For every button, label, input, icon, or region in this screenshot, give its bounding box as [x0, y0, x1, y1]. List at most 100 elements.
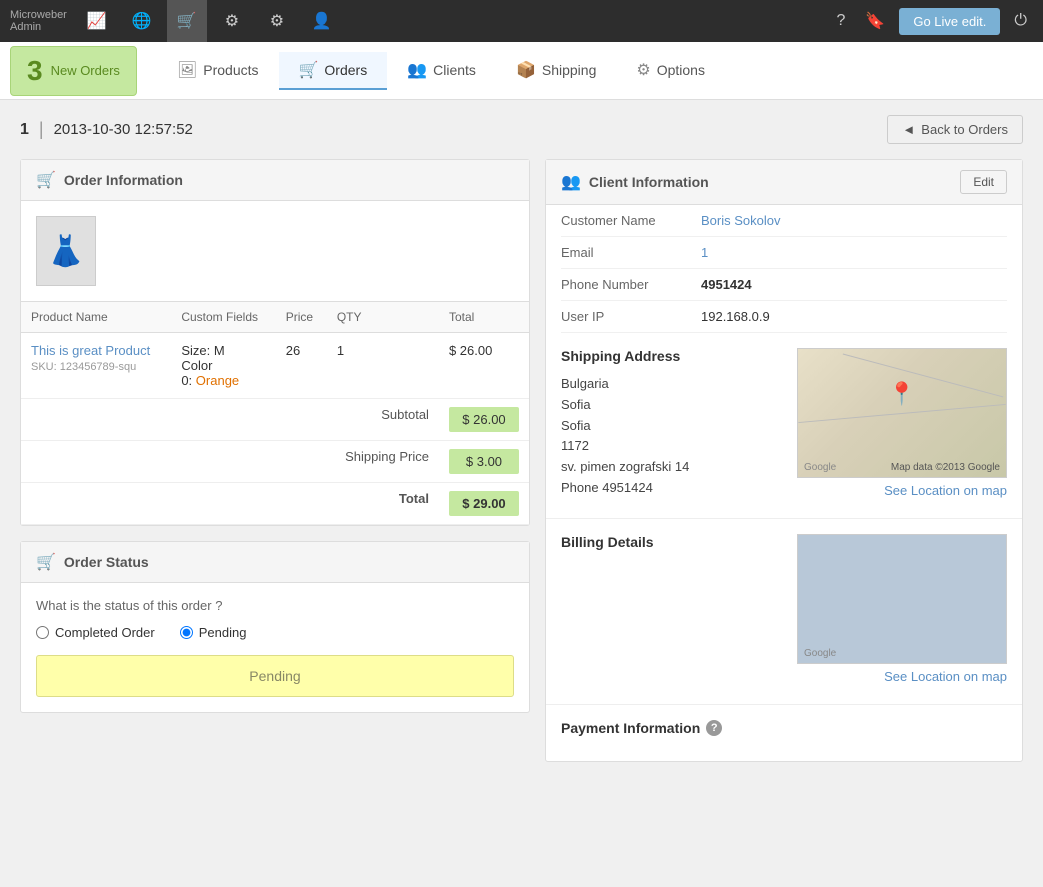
pending-status-button[interactable]: Pending: [36, 655, 514, 697]
tab-orders[interactable]: 🛒 Orders: [279, 52, 388, 90]
workflow-nav-icon[interactable]: ⚙: [212, 0, 252, 42]
new-orders-count: 3: [27, 55, 43, 87]
sub-navigation: 3 New Orders 🖼 Products 🛒 Orders 👥 Clien…: [0, 42, 1043, 100]
custom-fields-cell: Size: M Color 0: Orange: [171, 333, 275, 399]
shipping-title: Shipping Address: [561, 348, 782, 364]
top-nav-right: ? 🔖 Go Live edit. ⏻: [831, 8, 1033, 35]
order-status-body: What is the status of this order ? Compl…: [21, 583, 529, 712]
billing-section: Billing Details Google See Location on m…: [546, 518, 1022, 704]
subtotal-empty: [21, 399, 327, 441]
order-id-date: 1 | 2013-10-30 12:57:52: [20, 119, 193, 140]
pending-option[interactable]: Pending: [180, 625, 247, 640]
shipping-section: Shipping Address Bulgaria Sofia Sofia 11…: [546, 333, 1022, 518]
product-name-cell: This is great Product SKU: 123456789-squ: [21, 333, 171, 399]
total-value: $ 29.00: [449, 491, 519, 516]
new-orders-label: New Orders: [51, 63, 120, 78]
completed-radio[interactable]: [36, 626, 49, 639]
page-content: 1 | 2013-10-30 12:57:52 ◄ Back to Orders…: [0, 100, 1043, 792]
back-to-orders-button[interactable]: ◄ Back to Orders: [887, 115, 1023, 144]
col-price: Price: [276, 302, 327, 333]
clients-tab-label: Clients: [433, 62, 476, 78]
clients-tab-icon: 👥: [407, 60, 427, 80]
help-icon[interactable]: ?: [831, 12, 852, 30]
app-subtitle: Admin: [10, 21, 67, 33]
bookmark-icon[interactable]: 🔖: [859, 11, 891, 31]
email-row: Email 1: [561, 237, 1007, 269]
customer-name-link[interactable]: Boris Sokolov: [701, 213, 780, 228]
map-data-label: Map data ©2013 Google: [891, 462, 1000, 473]
options-tab-icon: ⚙: [636, 60, 650, 80]
shipping-phone: 4951424: [602, 480, 653, 495]
phone-value: 4951424: [701, 277, 1007, 292]
main-layout: 🛒 Order Information 👗 Product Name: [20, 159, 1023, 777]
client-info-title-text: Client Information: [589, 174, 709, 190]
billing-map: Google: [797, 534, 1007, 664]
col-qty: QTY: [327, 302, 439, 333]
phone-label: Phone Number: [561, 277, 701, 292]
top-navigation: Microweber Admin 📈 🌐 🛒 ⚙ ⚙ 👤 ? 🔖 Go Live…: [0, 0, 1043, 42]
users-nav-icon[interactable]: 👤: [302, 0, 342, 42]
email-value: 1: [701, 245, 1007, 260]
subtotal-row: Subtotal $ 26.00: [21, 399, 529, 441]
order-date: 2013-10-30 12:57:52: [54, 121, 193, 138]
order-info-title: 🛒 Order Information: [36, 170, 183, 190]
tab-shipping[interactable]: 📦 Shipping: [496, 52, 616, 90]
order-status-title-text: Order Status: [64, 554, 149, 570]
left-column: 🛒 Order Information 👗 Product Name: [20, 159, 530, 777]
app-title: Microweber: [10, 9, 67, 21]
billing-info: Billing Details: [561, 534, 654, 689]
back-arrow-icon: ◄: [902, 122, 915, 137]
order-info-icon: 🛒: [36, 170, 56, 190]
globe-nav-icon[interactable]: 🌐: [122, 0, 162, 42]
client-info-header: 👥 Client Information Edit: [546, 160, 1022, 205]
tab-products[interactable]: 🖼 Products: [157, 52, 279, 90]
shipping-city2: Sofia: [561, 418, 591, 433]
shipping-map: 📍 Google Map data ©2013 Google: [797, 348, 1007, 478]
status-question: What is the status of this order ?: [36, 598, 514, 613]
shipping-text: Bulgaria Sofia Sofia 1172 sv. pimen zogr…: [561, 374, 782, 499]
client-info-body: Customer Name Boris Sokolov Email 1: [546, 205, 1022, 761]
user-ip-row: User IP 192.168.0.9: [561, 301, 1007, 333]
customer-name-value: Boris Sokolov: [701, 213, 1007, 228]
options-tab-label: Options: [657, 62, 705, 78]
see-location-link[interactable]: See Location on map: [797, 478, 1007, 503]
billing-see-location-link[interactable]: See Location on map: [797, 664, 1007, 689]
shipping-phone-label: Phone: [561, 480, 599, 495]
cart-nav-icon[interactable]: 🛒: [167, 0, 207, 42]
payment-section: Payment Information ?: [546, 704, 1022, 761]
order-table: Product Name Custom Fields Price QTY Tot…: [21, 301, 529, 525]
settings-nav-icon[interactable]: ⚙: [257, 0, 297, 42]
user-ip-value: 192.168.0.9: [701, 309, 1007, 324]
billing-map-bg: [798, 535, 1006, 663]
qty-cell: 1: [327, 333, 439, 399]
status-options: Completed Order Pending: [36, 625, 514, 640]
client-info-title: 👥 Client Information: [561, 172, 709, 192]
order-information-panel: 🛒 Order Information 👗 Product Name: [20, 159, 530, 526]
client-info-panel: 👥 Client Information Edit Customer Name …: [545, 159, 1023, 762]
subtotal-value-cell: $ 26.00: [439, 399, 529, 441]
product-image-area: 👗: [21, 201, 529, 301]
shipping-empty: [21, 441, 327, 483]
product-sku: SKU: 123456789-squ: [31, 361, 136, 373]
edit-client-button[interactable]: Edit: [960, 170, 1007, 194]
tab-options[interactable]: ⚙ Options: [616, 52, 725, 90]
power-icon[interactable]: ⏻: [1008, 12, 1033, 30]
products-tab-label: Products: [203, 62, 258, 78]
tab-clients[interactable]: 👥 Clients: [387, 52, 496, 90]
pending-radio[interactable]: [180, 626, 193, 639]
order-status-icon: 🛒: [36, 552, 56, 572]
completed-label: Completed Order: [55, 625, 155, 640]
go-live-button[interactable]: Go Live edit.: [899, 8, 1000, 35]
total-empty: [21, 483, 327, 525]
order-info-title-text: Order Information: [64, 172, 183, 188]
shipping-map-container: 📍 Google Map data ©2013 Google See Locat…: [797, 348, 1007, 503]
shipping-row: Shipping Price $ 3.00: [21, 441, 529, 483]
payment-help-icon[interactable]: ?: [706, 720, 722, 736]
completed-option[interactable]: Completed Order: [36, 625, 155, 640]
analytics-nav-icon[interactable]: 📈: [77, 0, 117, 42]
email-link[interactable]: 1: [701, 245, 708, 260]
orders-tab-icon: 🛒: [299, 60, 319, 80]
col-custom-fields: Custom Fields: [171, 302, 275, 333]
product-name-link[interactable]: This is great Product: [31, 343, 150, 358]
shipping-tab-label: Shipping: [542, 62, 597, 78]
